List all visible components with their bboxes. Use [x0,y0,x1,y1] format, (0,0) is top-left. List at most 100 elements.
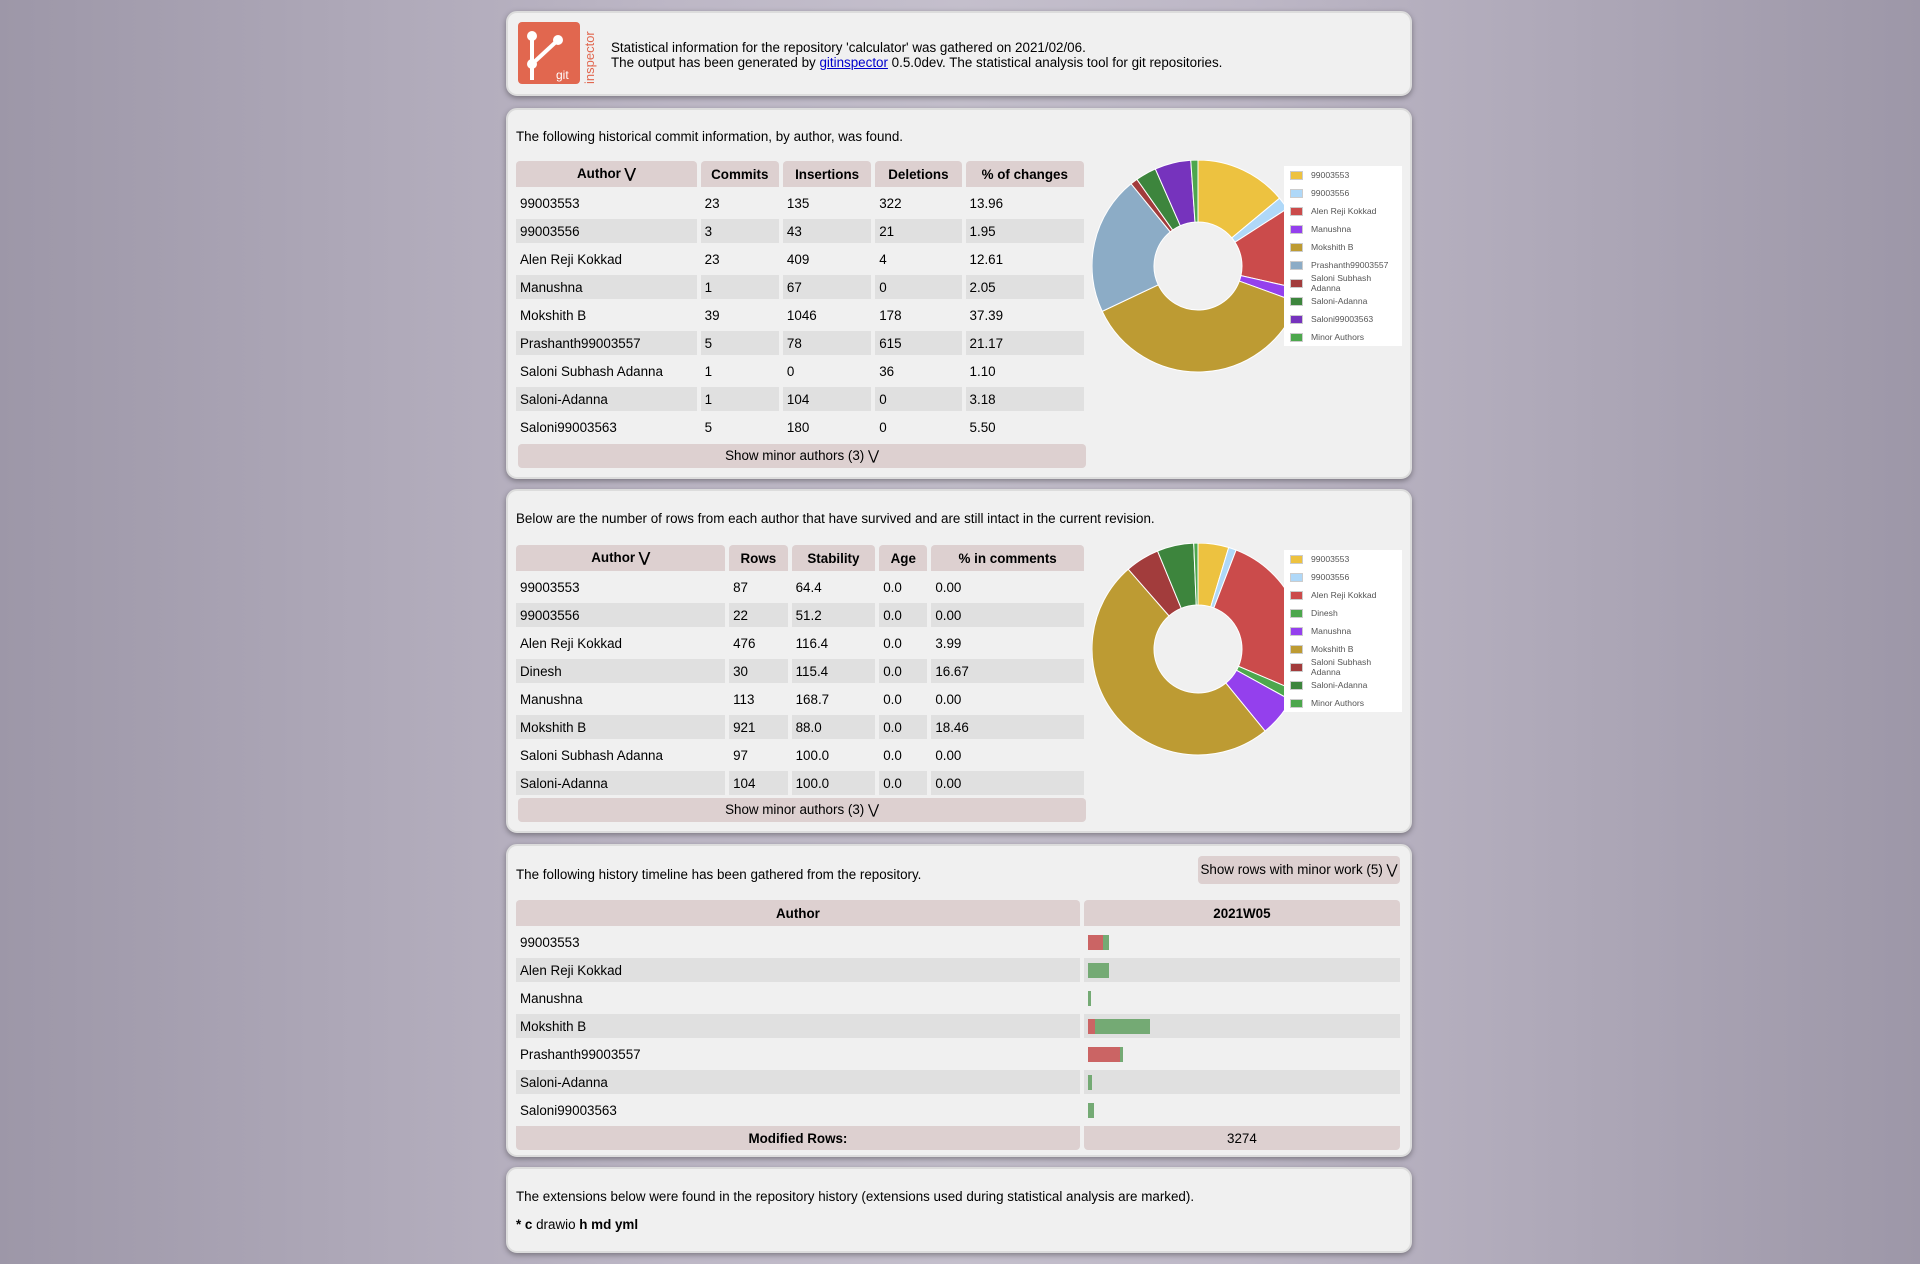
show-minor-authors-button[interactable]: Show minor authors (3) ⋁ [518,444,1086,468]
blame-col-header: Stability [791,545,876,571]
legend-swatch [1290,224,1303,234]
logo-git-text: git [556,68,569,82]
added-bar [1119,1047,1124,1062]
timeline-panel: The following history timeline has been … [506,844,1412,1157]
value-cell: 3.99 [931,631,1084,655]
legend-item: Saloni Subhash Adanna [1284,273,1402,293]
legend-item: Manushna [1284,220,1402,238]
show-minor-authors-button-2[interactable]: Show minor authors (3) ⋁ [518,798,1086,822]
legend-swatch [1290,278,1303,288]
table-row: 99003556 22 51.2 0.0 0.00 [516,603,1084,627]
table-row: Saloni Subhash Adanna 1 0 36 1.10 [516,359,1084,383]
commits-col-header[interactable]: Author ⋁ [516,161,697,187]
value-cell: 23 [700,247,779,271]
extensions-list: * c drawio h md yml [516,1217,638,1232]
table-row: Mokshith B [516,1014,1400,1038]
value-cell: 921 [729,715,788,739]
timeline-period-header: 2021W05 [1083,900,1400,926]
value-cell: 180 [782,415,872,439]
legend-swatch [1290,206,1303,216]
legend-item: Alen Reji Kokkad [1284,586,1402,604]
legend-label: Mokshith B [1311,644,1354,654]
logo-inspector-text: inspector [582,31,597,84]
legend-label: Mokshith B [1311,242,1354,252]
table-row: Manushna 113 168.7 0.0 0.00 [516,687,1084,711]
author-cell: Prashanth99003557 [516,1042,1080,1066]
value-cell: 21 [875,219,962,243]
author-cell: Prashanth99003557 [516,331,697,355]
added-bar [1094,1019,1150,1034]
table-row: Alen Reji Kokkad 476 116.4 0.0 3.99 [516,631,1084,655]
logo-square: git [518,22,580,84]
timeline-bar-cell [1083,1042,1400,1066]
legend-label: Saloni Subhash Adanna [1310,273,1372,293]
value-cell: 4 [875,247,962,271]
value-cell: 0.0 [879,603,928,627]
gitinspector-link[interactable]: gitinspector [819,55,887,70]
value-cell: 97 [729,743,788,767]
value-cell: 88.0 [791,715,876,739]
legend-swatch [1290,296,1303,306]
value-cell: 1 [700,275,779,299]
legend-label: 99003556 [1311,572,1350,582]
author-cell: Alen Reji Kokkad [516,631,726,655]
timeline-bar-cell [1083,986,1400,1010]
legend-swatch [1290,626,1303,636]
value-cell: 78 [782,331,872,355]
table-row: Mokshith B 921 88.0 0.0 18.46 [516,715,1084,739]
value-cell: 36 [875,359,962,383]
value-cell: 100.0 [791,771,876,795]
timeline-author-header: Author [516,900,1080,926]
show-rows-minor-work-button[interactable]: Show rows with minor work (5) ⋁ [1198,856,1400,884]
legend-swatch [1290,608,1303,618]
legend-label: Prashanth99003557 [1311,260,1389,270]
value-cell: 0 [782,359,872,383]
value-cell: 113 [729,687,788,711]
legend-item: Mokshith B [1284,238,1402,256]
removed-bar [1087,935,1104,950]
value-cell: 0 [875,275,962,299]
added-bar [1087,963,1110,978]
value-cell: 0.0 [879,631,928,655]
legend-item: Alen Reji Kokkad [1284,202,1402,220]
svg-text:inspector: inspector [582,31,597,84]
value-cell: 12.61 [965,247,1084,271]
value-cell: 21.17 [965,331,1084,355]
commits-pie-legend: 99003553 99003556 Alen Reji Kokkad Manushna… [1284,166,1402,346]
value-cell: 0.00 [931,603,1084,627]
gitinspector-logo: git inspector [518,22,600,86]
extensions-intro: The extensions below were found in the r… [516,1189,1195,1204]
legend-item: 99003556 [1284,568,1402,586]
legend-label: 99003553 [1311,554,1350,564]
author-cell: Mokshith B [516,1014,1080,1038]
legend-item: 99003556 [1284,184,1402,202]
commits-panel: The following historical commit informat… [506,108,1412,479]
value-cell: 615 [875,331,962,355]
author-cell: Manushna [516,986,1080,1010]
legend-label: Saloni Subhash Adanna [1310,657,1372,677]
value-cell: 0.0 [879,687,928,711]
author-cell: 99003556 [516,219,697,243]
value-cell: 104 [729,771,788,795]
value-cell: 5.50 [965,415,1084,439]
legend-item: Saloni-Adanna [1284,292,1402,310]
extension-item: drawio [532,1217,580,1232]
blame-col-header[interactable]: Author ⋁ [516,545,726,571]
legend-swatch [1290,554,1303,564]
legend-item: 99003553 [1284,550,1402,568]
value-cell: 0.0 [879,575,928,599]
value-cell: 51.2 [791,603,876,627]
value-cell: 0 [875,415,962,439]
modified-rows-value: 3274 [1083,1126,1400,1150]
added-bar [1087,1103,1094,1118]
legend-swatch [1290,188,1303,198]
author-cell: Saloni-Adanna [516,1070,1080,1094]
added-bar [1103,935,1109,950]
blame-col-header: Age [879,545,928,571]
author-cell: Manushna [516,275,697,299]
value-cell: 1.95 [965,219,1084,243]
legend-label: 99003553 [1311,170,1350,180]
legend-item: 99003553 [1284,166,1402,184]
legend-swatch [1290,260,1303,270]
value-cell: 476 [729,631,788,655]
